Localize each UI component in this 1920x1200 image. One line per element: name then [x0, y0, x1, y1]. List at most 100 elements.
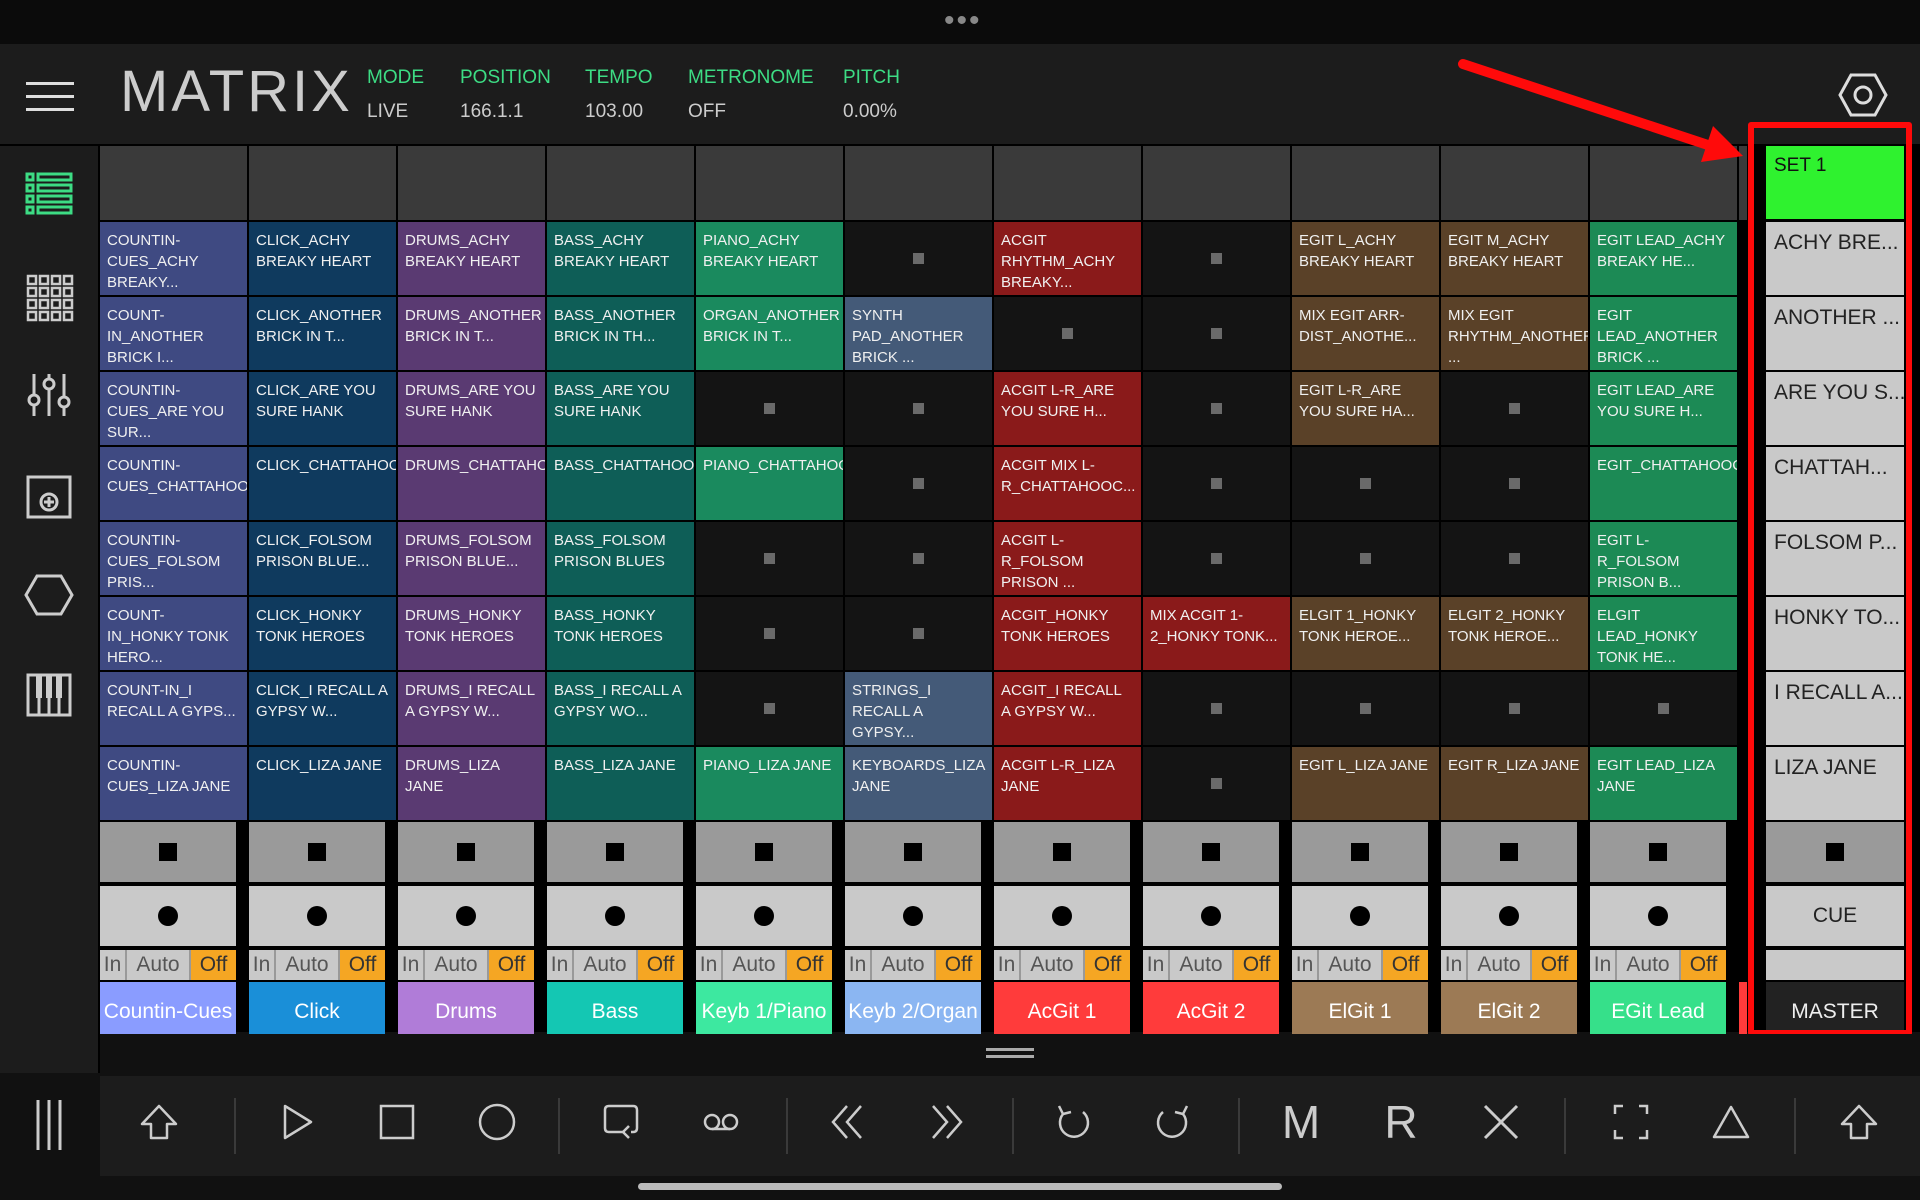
track-name-button[interactable]: ElGit 1 [1292, 982, 1428, 1042]
column-header[interactable] [696, 146, 843, 220]
monitor-off-option[interactable]: Off [1679, 950, 1726, 980]
record-button[interactable] [462, 1092, 532, 1152]
clip-stop-button[interactable] [547, 822, 683, 882]
panel-resize-handle[interactable] [100, 1034, 1920, 1072]
clip-slot[interactable]: BASS_LIZA JANE [547, 747, 694, 820]
empty-clip-slot[interactable] [1143, 522, 1290, 595]
clip-slot[interactable]: COUNTIN-CUES_ARE YOU SUR... [100, 372, 247, 445]
clip-slot[interactable]: MIX ACGIT 1-2_HONKY TONK... [1143, 597, 1290, 670]
pitch-stat[interactable]: PITCH 0.00% [843, 66, 900, 124]
clip-slot[interactable]: BASS_I RECALL A GYPSY WO... [547, 672, 694, 745]
clip-slot[interactable]: BASS_ARE YOU SURE HANK [547, 372, 694, 445]
piano-icon[interactable] [24, 670, 74, 720]
clip-stop-button[interactable] [1143, 822, 1279, 882]
position-stat[interactable]: POSITION 166.1.1 [460, 66, 551, 124]
arm-record-button[interactable] [398, 886, 534, 946]
monitor-selector[interactable]: In Auto Off [845, 950, 981, 980]
clip-slot[interactable]: ACGIT_I RECALL A GYPSY W... [994, 672, 1141, 745]
monitor-in-option[interactable]: In [696, 950, 721, 980]
clip-slot[interactable]: KEYBOARDS_LIZA JANE [845, 747, 992, 820]
undo-button[interactable] [1038, 1092, 1108, 1152]
rewind-button[interactable] [812, 1092, 882, 1152]
tempo-stat[interactable]: TEMPO 103.00 [585, 66, 653, 124]
device-view-icon[interactable] [24, 472, 74, 522]
shift-button-right[interactable] [1824, 1092, 1894, 1152]
clip-slot[interactable]: ACGIT L-R_ARE YOU SURE H... [994, 372, 1141, 445]
monitor-in-option[interactable]: In [547, 950, 572, 980]
arm-record-button[interactable] [696, 886, 832, 946]
monitor-selector[interactable]: In Auto Off [547, 950, 683, 980]
clip-slot[interactable]: CLICK_ANOTHER BRICK IN T... [249, 297, 396, 370]
clip-slot[interactable]: STRINGS_I RECALL A GYPSY... [845, 672, 992, 745]
monitor-off-option[interactable]: Off [1381, 950, 1428, 980]
monitor-selector[interactable]: In Auto Off [1590, 950, 1726, 980]
clip-slot[interactable]: EGIT R_LIZA JANE [1441, 747, 1588, 820]
grid-view-icon[interactable] [24, 272, 74, 322]
clip-slot[interactable]: DRUMS_HONKY TONK HEROES [398, 597, 545, 670]
clip-slot[interactable]: BASS_ACHY BREAKY HEART [547, 222, 694, 295]
clip-slot[interactable]: COUNT-IN_ANOTHER BRICK I... [100, 297, 247, 370]
clip-slot[interactable]: COUNTIN-CUES_LIZA JANE [100, 747, 247, 820]
clip-slot[interactable]: COUNT-IN_HONKY TONK HERO... [100, 597, 247, 670]
clip-slot[interactable]: ELGIT 2_HONKY TONK HEROE... [1441, 597, 1588, 670]
monitor-off-option[interactable]: Off [189, 950, 236, 980]
empty-clip-slot[interactable] [1441, 372, 1588, 445]
clip-slot[interactable]: SYNTH PAD_ANOTHER BRICK ... [845, 297, 992, 370]
clip-slot[interactable]: CLICK_LIZA JANE [249, 747, 396, 820]
monitor-off-option[interactable]: Off [487, 950, 534, 980]
track-name-button[interactable]: Bass [547, 982, 683, 1042]
monitor-auto-option[interactable]: Auto [1466, 950, 1530, 980]
fullscreen-button[interactable] [1596, 1092, 1666, 1152]
monitor-off-option[interactable]: Off [1530, 950, 1577, 980]
clip-slot[interactable]: CLICK_FOLSOM PRISON BLUE... [249, 522, 396, 595]
arm-record-button[interactable] [845, 886, 981, 946]
shift-button[interactable] [124, 1092, 194, 1152]
monitor-auto-option[interactable]: Auto [1019, 950, 1083, 980]
clip-stop-button[interactable] [249, 822, 385, 882]
clip-stop-button[interactable] [994, 822, 1130, 882]
monitor-in-option[interactable]: In [1292, 950, 1317, 980]
clip-slot[interactable]: PIANO_LIZA JANE [696, 747, 843, 820]
empty-clip-slot[interactable] [845, 597, 992, 670]
clip-slot[interactable]: EGIT LEAD_ACHY BREAKY HE... [1590, 222, 1737, 295]
arm-record-button[interactable] [100, 886, 236, 946]
clip-stop-button[interactable] [398, 822, 534, 882]
monitor-in-option[interactable]: In [845, 950, 870, 980]
monitor-auto-option[interactable]: Auto [1168, 950, 1232, 980]
clip-stop-button[interactable] [1292, 822, 1428, 882]
track-name-button[interactable]: Countin-Cues [100, 982, 236, 1042]
clip-slot[interactable]: ACGIT L-R_LIZA JANE [994, 747, 1141, 820]
settings-gear-icon[interactable] [1838, 72, 1888, 118]
clip-slot[interactable]: ACGIT_HONKY TONK HEROES [994, 597, 1141, 670]
clip-slot[interactable]: CLICK_ACHY BREAKY HEART [249, 222, 396, 295]
clip-slot[interactable]: ACGIT RHYTHM_ACHY BREAKY... [994, 222, 1141, 295]
monitor-auto-option[interactable]: Auto [1615, 950, 1679, 980]
empty-clip-slot[interactable] [1143, 747, 1290, 820]
clip-view-icon[interactable] [24, 170, 74, 220]
clip-slot[interactable]: COUNTIN-CUES_CHATTAHOOCH... [100, 447, 247, 520]
monitor-in-option[interactable]: In [994, 950, 1019, 980]
monitor-auto-option[interactable]: Auto [274, 950, 338, 980]
clip-slot[interactable]: MIX EGIT RHYTHM_ANOTHER ... [1441, 297, 1588, 370]
monitor-in-option[interactable]: In [1441, 950, 1466, 980]
arm-record-button[interactable] [547, 886, 683, 946]
monitor-off-option[interactable]: Off [785, 950, 832, 980]
empty-clip-slot[interactable] [845, 522, 992, 595]
clip-slot[interactable]: EGIT L_ACHY BREAKY HEART [1292, 222, 1439, 295]
monitor-in-option[interactable]: In [1143, 950, 1168, 980]
clip-slot[interactable]: CLICK_ARE YOU SURE HANK [249, 372, 396, 445]
track-name-button[interactable]: Drums [398, 982, 534, 1042]
arm-record-button[interactable] [1441, 886, 1577, 946]
track-name-button[interactable]: Keyb 1/Piano [696, 982, 832, 1042]
clip-slot[interactable]: EGIT L_LIZA JANE [1292, 747, 1439, 820]
clip-stop-button[interactable] [845, 822, 981, 882]
clip-slot[interactable]: CLICK_CHATTAHOOCHEE [249, 447, 396, 520]
column-header[interactable] [1292, 146, 1439, 220]
multitask-dots-icon[interactable]: ••• [944, 6, 980, 36]
clip-slot[interactable]: EGIT L-R_ARE YOU SURE HA... [1292, 372, 1439, 445]
stop-button[interactable] [362, 1092, 432, 1152]
clip-slot[interactable]: DRUMS_I RECALL A GYPSY W... [398, 672, 545, 745]
fast-forward-button[interactable] [912, 1092, 982, 1152]
clip-slot[interactable]: DRUMS_ACHY BREAKY HEART [398, 222, 545, 295]
empty-clip-slot[interactable] [696, 522, 843, 595]
